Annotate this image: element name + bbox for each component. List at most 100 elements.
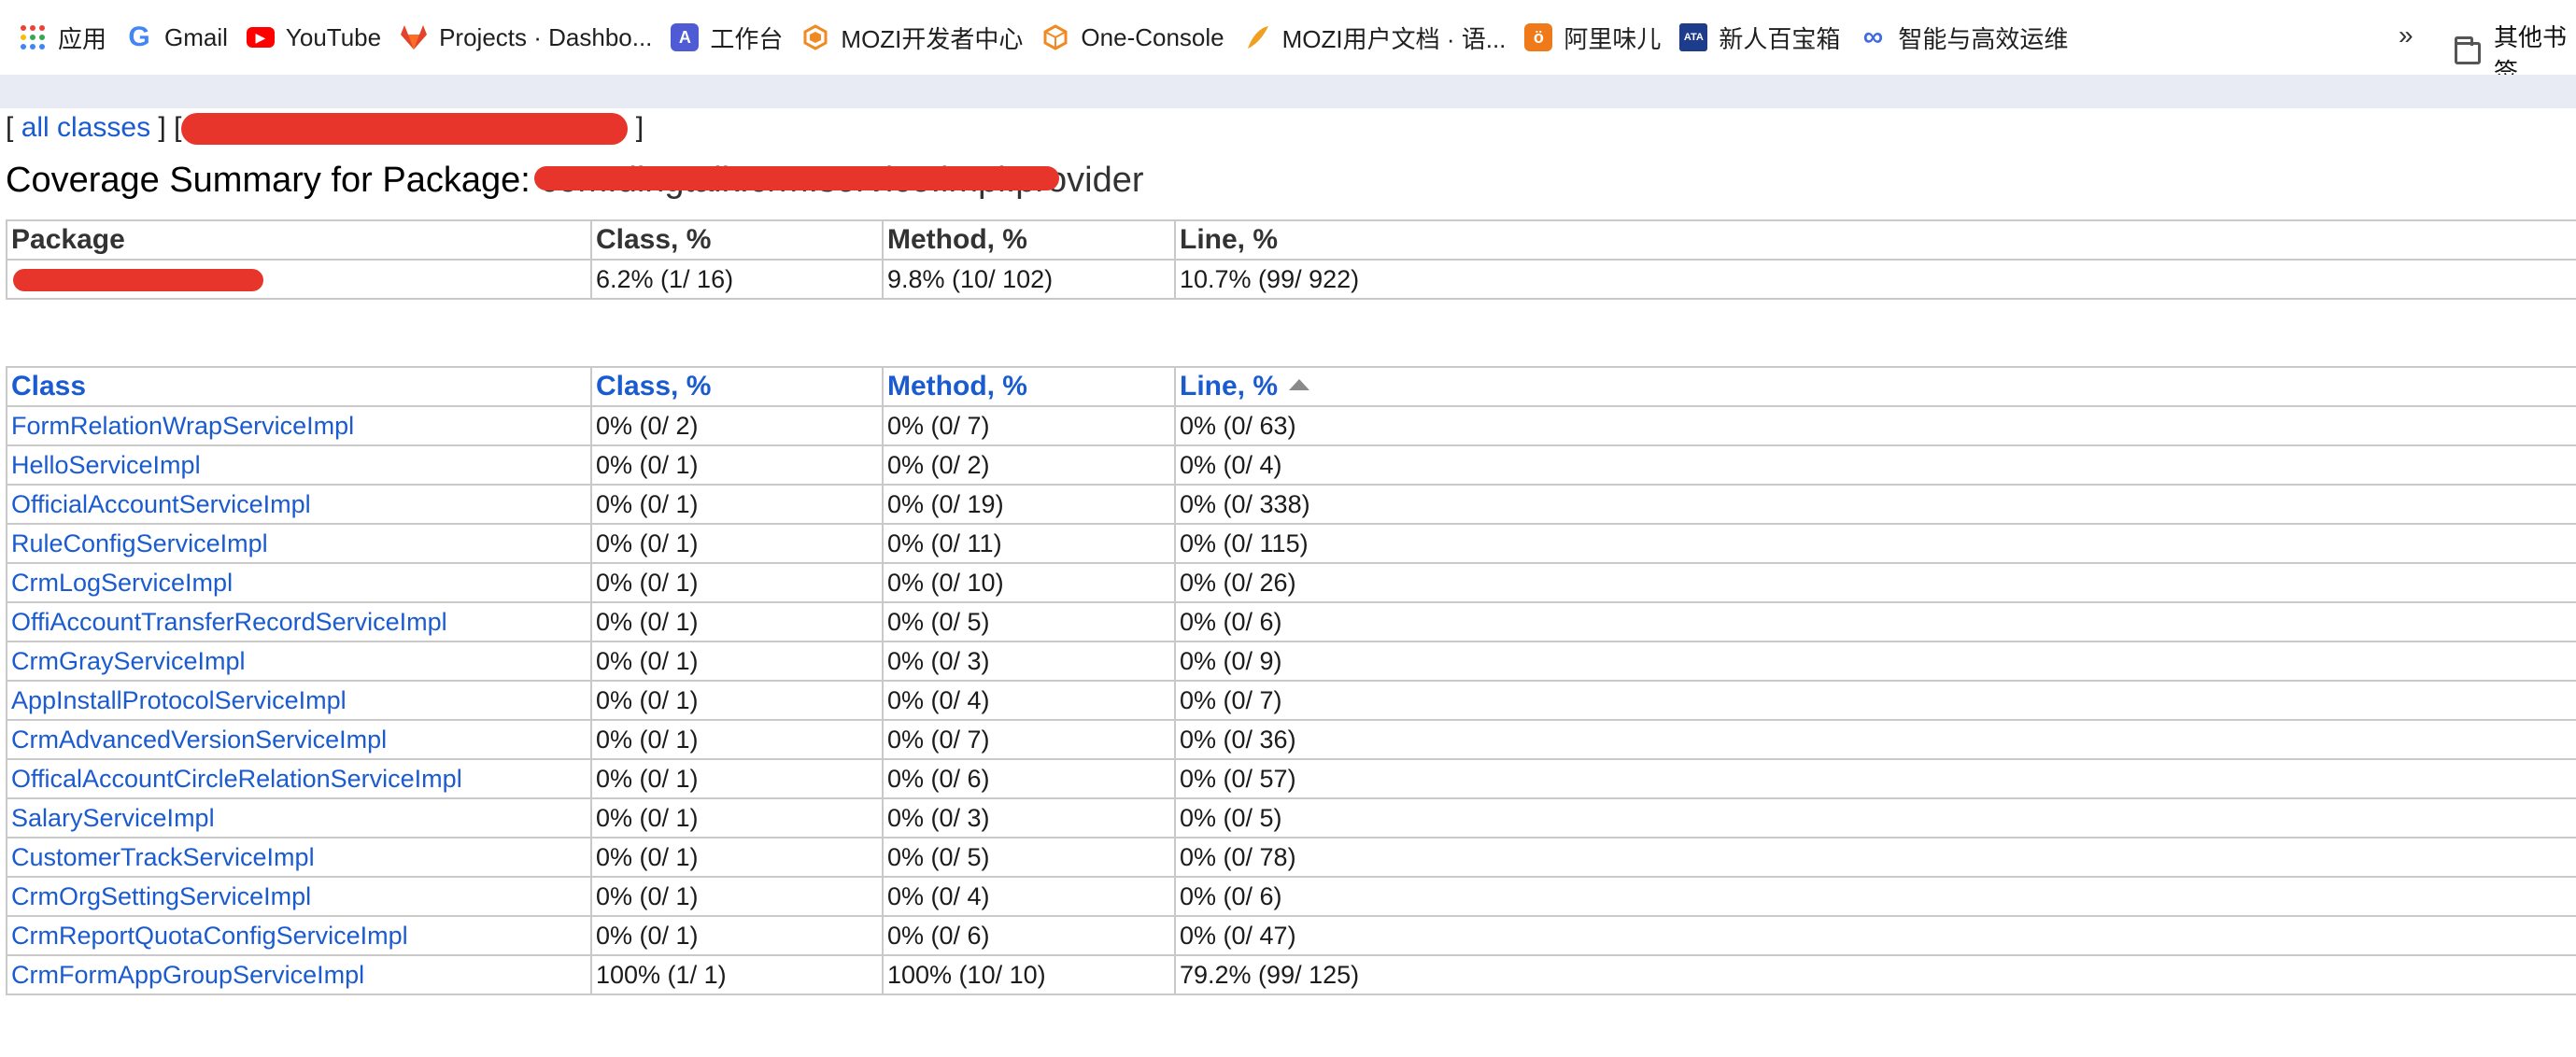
bookmark-youtube[interactable]: ▶ YouTube [237,18,390,58]
bookmark-gitlab-projects[interactable]: Projects · Dashbo... [390,18,661,58]
table-header-row: Package Class, % Method, % Line, % [6,219,2576,261]
bookmark-mozi-dev-center[interactable]: MOZI开发者中心 [792,15,1032,61]
redaction-mark [534,166,1060,190]
table-row: OfficalAccountCircleRelationServiceImpl 0… [6,758,2576,799]
bookmark-gmail[interactable]: G Gmail [116,18,237,58]
feather-icon [1243,23,1271,51]
orange-badge-icon: ö [1524,23,1553,51]
class-name-link[interactable]: FormRelationWrapServiceImpl [6,405,592,446]
package-name-cell [6,259,592,300]
method-coverage-cell: 0% (0/ 11) [882,523,1176,564]
sort-by-class-header[interactable]: Class [6,366,592,407]
redacted-package-link[interactable] [181,113,629,146]
class-name-link[interactable]: CrmGrayServiceImpl [6,641,592,682]
line-coverage-cell: 0% (0/ 6) [1174,601,2576,642]
class-coverage-cell: 0% (0/ 1) [590,523,884,564]
class-name-link[interactable]: CrmAdvancedVersionServiceImpl [6,719,592,760]
class-coverage-cell: 0% (0/ 1) [590,797,884,839]
column-header-line-pct: Line, % [1174,219,2576,261]
line-coverage-cell: 0% (0/ 338) [1174,484,2576,525]
bookmark-label: 智能与高效运维 [1898,24,2069,53]
sort-by-method-pct-header[interactable]: Method, % [882,366,1176,407]
package-summary-table: Package Class, % Method, % Line, % 6.2% … [6,219,2576,300]
column-header-package: Package [6,219,592,261]
bookmark-workbench[interactable]: A 工作台 [661,15,792,61]
class-name-link[interactable]: OfficalAccountCircleRelationServiceImpl [6,758,592,799]
class-coverage-cell: 0% (0/ 1) [590,719,884,760]
table-row: RuleConfigServiceImpl 0% (0/ 1) 0% (0/ 11)… [6,523,2576,564]
bookmark-label: MOZI开发者中心 [841,24,1024,53]
method-coverage-cell: 0% (0/ 3) [882,641,1176,682]
page-title: Coverage Summary for Package: com.dingta… [6,161,1144,201]
class-name-link[interactable]: CrmOrgSettingServiceImpl [6,876,592,917]
sort-by-line-pct-header[interactable]: Line, % [1174,366,2576,407]
bookmarks-bar: 应用 G Gmail ▶ YouTube Projects · Dashbo..… [0,0,2576,75]
class-coverage-cell: 0% (0/ 1) [590,641,884,682]
class-coverage-cell: 0% (0/ 1) [590,680,884,721]
method-coverage-cell: 0% (0/ 5) [882,837,1176,878]
line-pct-header-label: Line, % [1180,371,1279,402]
table-row: CrmFormAppGroupServiceImpl 100% (1/ 1) 100… [6,954,2576,995]
table-row: CrmLogServiceImpl 0% (0/ 1) 0% (0/ 10) 0% (… [6,562,2576,603]
line-coverage-cell: 0% (0/ 6) [1174,876,2576,917]
table-row: SalaryServiceImpl 0% (0/ 1) 0% (0/ 3) 0% (0… [6,797,2576,839]
package-name: com.dingtalk.crm.service.impl.provider [534,161,1144,201]
title-prefix: Coverage Summary for Package: [6,161,541,200]
all-classes-link[interactable]: all classes [21,112,150,143]
class-coverage-cell: 0% (0/ 1) [590,562,884,603]
class-name-link[interactable]: AppInstallProtocolServiceImpl [6,680,592,721]
apps-grid-icon [19,23,47,51]
class-name-link[interactable]: CrmFormAppGroupServiceImpl [6,954,592,995]
bookmark-label: YouTube [285,22,382,51]
table-row: 6.2% (1/ 16) 9.8% (10/ 102) 10.7% (99/ 9… [6,259,2576,300]
line-coverage-cell: 10.7% (99/ 922) [1174,259,2576,300]
class-coverage-cell: 0% (0/ 2) [590,405,884,446]
youtube-play-icon: ▶ [246,27,275,48]
line-coverage-cell: 0% (0/ 36) [1174,719,2576,760]
folder-icon [2455,36,2481,64]
bookmark-label: MOZI用户文档 · 语... [1281,24,1507,53]
bookmark-apps[interactable]: 应用 [9,15,116,61]
class-coverage-table: Class Class, % Method, % Line, % FormRel… [6,366,2576,995]
class-name-link[interactable]: OffiAccountTransferRecordServiceImpl [6,601,592,642]
bookmark-one-console[interactable]: One-Console [1032,18,1233,58]
bookmark-label: 工作台 [710,24,784,53]
line-coverage-cell: 0% (0/ 78) [1174,837,2576,878]
class-name-link[interactable]: RuleConfigServiceImpl [6,523,592,564]
class-name-link[interactable]: CustomerTrackServiceImpl [6,837,592,878]
method-coverage-cell: 0% (0/ 5) [882,601,1176,642]
sort-by-class-pct-header[interactable]: Class, % [590,366,884,407]
class-name-link[interactable]: HelloServiceImpl [6,444,592,486]
method-coverage-cell: 0% (0/ 4) [882,680,1176,721]
method-coverage-cell: 0% (0/ 19) [882,484,1176,525]
method-coverage-cell: 100% (10/ 10) [882,954,1176,995]
table-row: OffiAccountTransferRecordServiceImpl 0% (… [6,601,2576,642]
line-coverage-cell: 79.2% (99/ 125) [1174,954,2576,995]
bookmark-mozi-docs[interactable]: MOZI用户文档 · 语... [1234,15,1516,61]
bookmark-ali-flavor[interactable]: ö 阿里味儿 [1515,15,1670,61]
mozi-cube-icon [801,23,829,51]
table-row: CrmAdvancedVersionServiceImpl 0% (0/ 1) 0%… [6,719,2576,760]
method-coverage-cell: 0% (0/ 7) [882,719,1176,760]
breadcrumb: [ all classes ] [ ] [6,112,644,146]
line-coverage-cell: 0% (0/ 9) [1174,641,2576,682]
method-coverage-cell: 0% (0/ 6) [882,915,1176,956]
bookmark-newcomer-box[interactable]: ATA 新人百宝箱 [1670,15,1849,61]
google-g-icon: G [128,21,150,52]
line-coverage-cell: 0% (0/ 63) [1174,405,2576,446]
bookmark-smart-ops[interactable]: ∞ 智能与高效运维 [1849,15,2077,61]
class-name-link[interactable]: SalaryServiceImpl [6,797,592,839]
class-coverage-cell: 0% (0/ 1) [590,876,884,917]
bookmark-label: 阿里味儿 [1564,24,1662,53]
infinity-icon: ∞ [1862,21,1884,52]
class-name-link[interactable]: CrmLogServiceImpl [6,562,592,603]
column-header-class-pct: Class, % [590,219,884,261]
table-header-row: Class Class, % Method, % Line, % [6,366,2576,407]
class-name-link[interactable]: CrmReportQuotaConfigServiceImpl [6,915,592,956]
bookmarks-overflow-button[interactable]: » [2399,21,2413,50]
class-name-link[interactable]: OfficialAccountServiceImpl [6,484,592,525]
table-row: FormRelationWrapServiceImpl 0% (0/ 2) 0% (… [6,405,2576,446]
class-coverage-cell: 100% (1/ 1) [590,954,884,995]
column-header-method-pct: Method, % [882,219,1176,261]
line-coverage-cell: 0% (0/ 57) [1174,758,2576,799]
